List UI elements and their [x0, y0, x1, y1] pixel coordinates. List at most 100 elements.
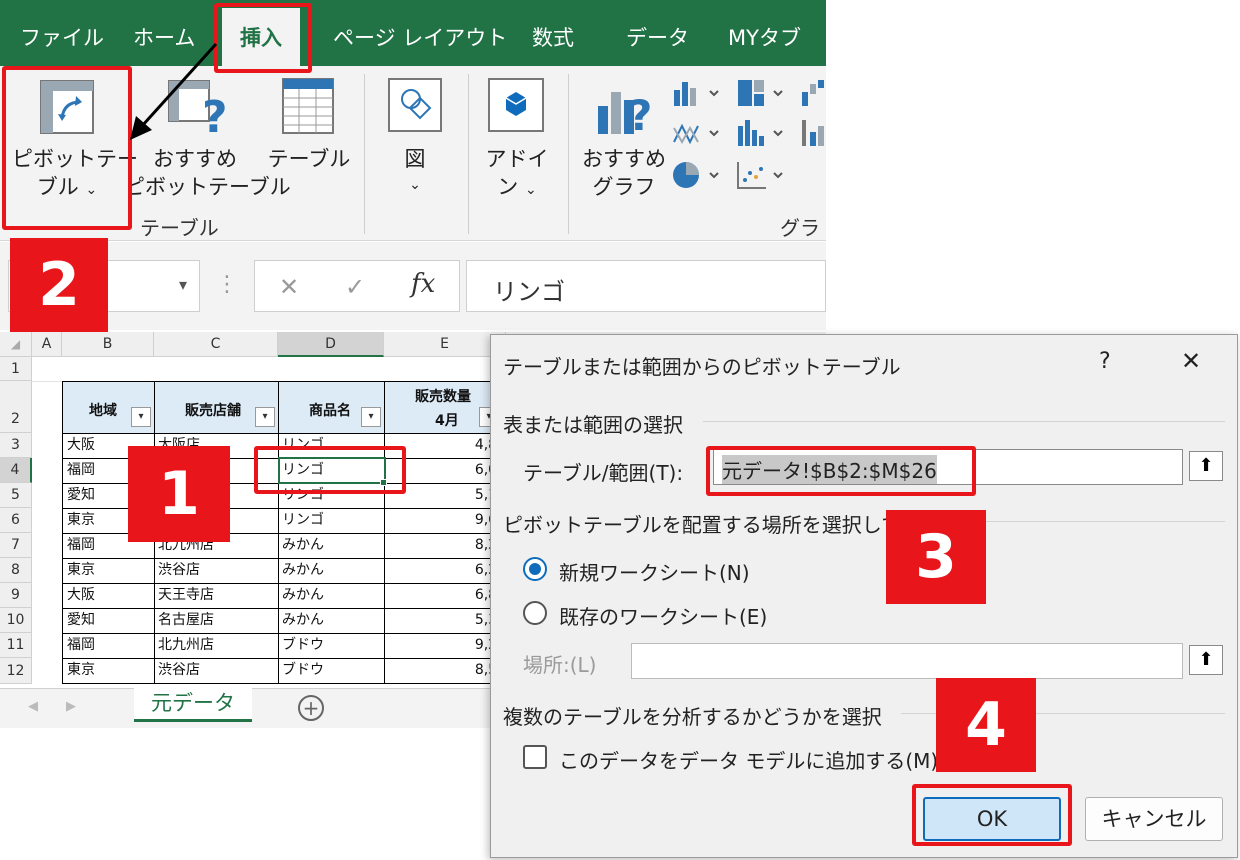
- line-chart-button[interactable]: [672, 118, 728, 148]
- cell-qty[interactable]: 9,20: [384, 633, 507, 659]
- ribbon-separator: [364, 74, 365, 234]
- radio-existing-worksheet[interactable]: [523, 601, 547, 625]
- column-header-b[interactable]: B: [62, 332, 154, 357]
- table-button[interactable]: テーブル: [266, 68, 352, 228]
- radio-new-worksheet[interactable]: [523, 557, 547, 581]
- cell-product[interactable]: みかん: [278, 558, 385, 584]
- sheet-tab-active[interactable]: 元データ: [134, 688, 252, 722]
- filter-dropdown-button[interactable]: ▾: [361, 407, 381, 427]
- highlight-pivottable-button: [2, 66, 132, 230]
- help-icon[interactable]: ?: [1099, 349, 1111, 374]
- header-store-label: 販売店舗: [185, 403, 241, 419]
- cancel-icon[interactable]: ✕: [279, 273, 299, 301]
- row-header-5[interactable]: 5: [0, 483, 32, 508]
- insert-function-icon[interactable]: fx: [411, 269, 435, 299]
- filter-dropdown-button[interactable]: ▾: [255, 407, 275, 427]
- filter-dropdown-button[interactable]: ▾: [131, 407, 151, 427]
- scroll-right-icon[interactable]: ▶: [66, 699, 76, 714]
- cell-store[interactable]: 名古屋店: [154, 608, 279, 634]
- row-header-12[interactable]: 12: [0, 658, 32, 684]
- cell-region[interactable]: 福岡: [62, 633, 155, 659]
- waterfall-chart-icon: [802, 80, 824, 106]
- row-header-11[interactable]: 11: [0, 633, 32, 658]
- tab-formulas[interactable]: 数式: [532, 22, 574, 52]
- cell-region[interactable]: 大阪: [62, 583, 155, 609]
- chevron-down-icon: ⌄: [409, 177, 421, 193]
- cancel-button[interactable]: キャンセル: [1085, 797, 1223, 841]
- illustrations-button[interactable]: 図 ⌄: [384, 68, 446, 218]
- cell-store[interactable]: 北九州店: [154, 633, 279, 659]
- cell-region[interactable]: 愛知: [62, 608, 155, 634]
- row-header-8[interactable]: 8: [0, 558, 32, 583]
- tab-mytab[interactable]: MYタブ: [728, 22, 801, 52]
- cell-qty[interactable]: 9,60: [384, 508, 507, 534]
- recommended-charts-button[interactable]: ? おすすめ グラフ: [580, 68, 668, 218]
- row-header-2[interactable]: 2: [0, 381, 32, 433]
- chevron-down-icon: ⌄: [524, 182, 537, 198]
- cell-product[interactable]: ブドウ: [278, 658, 385, 684]
- add-to-datamodel-checkbox[interactable]: [523, 745, 547, 769]
- cell-qty[interactable]: 5,30: [384, 608, 507, 634]
- row-header-10[interactable]: 10: [0, 608, 32, 633]
- header-cell-product[interactable]: 商品名 ▾: [278, 381, 385, 434]
- formula-input[interactable]: リンゴ: [466, 260, 826, 312]
- select-all-corner[interactable]: ◢: [0, 332, 32, 357]
- scroll-left-icon[interactable]: ◀: [28, 699, 38, 714]
- step-badge-2: 2: [10, 238, 108, 332]
- scatter-chart-button[interactable]: [736, 160, 792, 190]
- row-header-6[interactable]: 6: [0, 508, 32, 533]
- cell-qty[interactable]: 8,50: [384, 658, 507, 684]
- addin-icon: [488, 78, 544, 132]
- cell-store[interactable]: 渋谷店: [154, 658, 279, 684]
- row-header-4[interactable]: 4: [0, 458, 32, 483]
- combo-chart-button[interactable]: [800, 118, 826, 148]
- addin-label-1: アドイ: [485, 147, 549, 171]
- cell-store[interactable]: 天王寺店: [154, 583, 279, 609]
- tab-data[interactable]: データ: [626, 22, 689, 52]
- hierarchy-chart-button[interactable]: [736, 78, 792, 108]
- column-chart-button[interactable]: [672, 78, 728, 108]
- cell-product[interactable]: リンゴ: [278, 508, 385, 534]
- cell-product[interactable]: みかん: [278, 533, 385, 559]
- tab-page-layout[interactable]: ページ レイアウト: [333, 22, 507, 52]
- location-input[interactable]: [631, 643, 1183, 679]
- row-header-1[interactable]: 1: [0, 357, 32, 381]
- table-icon: [282, 78, 334, 134]
- formula-bar-grip-icon[interactable]: ⋮: [216, 272, 238, 297]
- column-header-c[interactable]: C: [154, 332, 278, 357]
- close-icon[interactable]: ✕: [1181, 347, 1201, 375]
- enter-icon[interactable]: ✓: [345, 273, 365, 301]
- row-header-7[interactable]: 7: [0, 533, 32, 558]
- ribbon-separator: [568, 74, 569, 234]
- cell-region[interactable]: 東京: [62, 558, 155, 584]
- cell-store[interactable]: 渋谷店: [154, 558, 279, 584]
- add-sheet-button[interactable]: +: [298, 695, 324, 721]
- header-cell-store[interactable]: 販売店舗 ▾: [154, 381, 279, 434]
- collapse-dialog-icon[interactable]: ⬆: [1189, 645, 1223, 675]
- step-badge-3: 3: [886, 510, 986, 604]
- add-to-datamodel-label: このデータをデータ モデルに追加する(M): [559, 749, 939, 773]
- column-header-d[interactable]: D: [278, 332, 384, 357]
- column-header-a[interactable]: A: [32, 332, 62, 357]
- statistic-chart-button[interactable]: [736, 118, 792, 148]
- cell-product[interactable]: みかん: [278, 608, 385, 634]
- header-cell-qty[interactable]: 販売数量 4月 ▾: [384, 381, 507, 434]
- cell-product[interactable]: ブドウ: [278, 633, 385, 659]
- collapse-dialog-icon[interactable]: ⬆: [1189, 451, 1223, 481]
- column-header-e[interactable]: E: [384, 332, 506, 357]
- row-header-9[interactable]: 9: [0, 583, 32, 608]
- addin-button[interactable]: アドイ ン ⌄: [484, 68, 550, 218]
- cell-qty[interactable]: 8,20: [384, 533, 507, 559]
- dialog-title: テーブルまたは範囲からのピボットテーブル: [503, 355, 901, 379]
- header-cell-region[interactable]: 地域 ▾: [62, 381, 155, 434]
- row-header-3[interactable]: 3: [0, 433, 32, 458]
- cell-qty[interactable]: 6,20: [384, 558, 507, 584]
- pie-chart-button[interactable]: [672, 160, 728, 190]
- tab-file[interactable]: ファイル: [20, 22, 104, 52]
- waterfall-chart-button[interactable]: [800, 78, 826, 108]
- header-month-label: 4月: [435, 413, 459, 429]
- cell-qty[interactable]: 6,80: [384, 583, 507, 609]
- cell-region[interactable]: 東京: [62, 658, 155, 684]
- cell-product[interactable]: みかん: [278, 583, 385, 609]
- header-qty-label: 販売数量: [415, 389, 471, 405]
